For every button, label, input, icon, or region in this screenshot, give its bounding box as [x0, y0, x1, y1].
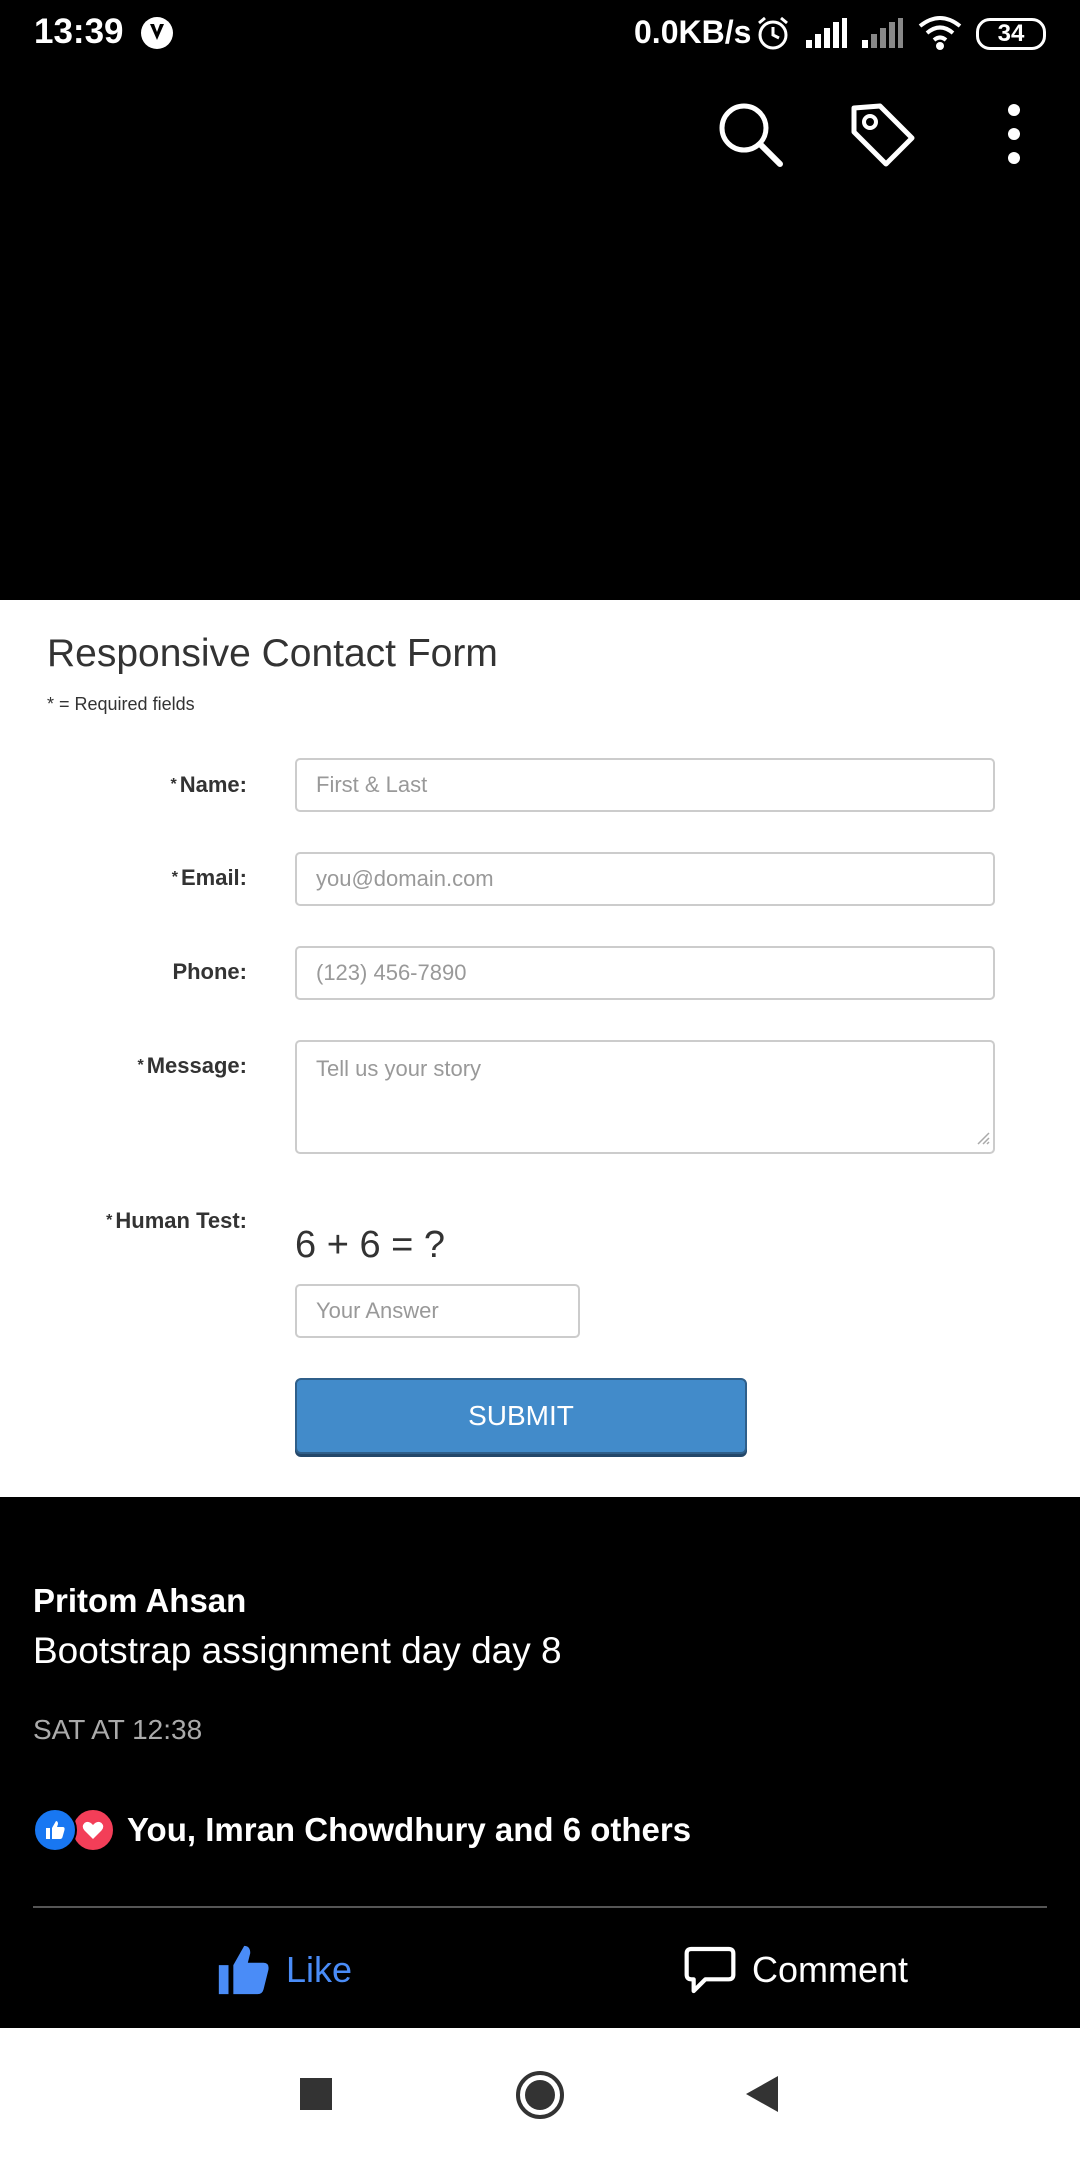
required-mark: *	[137, 1057, 144, 1074]
signal-weak-icon	[862, 18, 903, 48]
post-photo[interactable]: Responsive Contact Form * = Required fie…	[0, 600, 1080, 1497]
tag-icon[interactable]	[846, 98, 918, 170]
required-note: * = Required fields	[47, 694, 195, 714]
app-notification-icon	[141, 17, 173, 49]
status-bar: 13:39 0.0KB/s 34	[0, 0, 1080, 70]
required-mark: *	[171, 869, 178, 886]
required-mark: *	[170, 776, 177, 793]
resize-grip-icon[interactable]	[976, 1131, 990, 1145]
submit-button[interactable]: SUBMIT	[295, 1378, 747, 1454]
comment-icon	[684, 1946, 736, 1994]
message-field[interactable]	[295, 1040, 995, 1154]
comment-button[interactable]: Comment	[682, 1940, 908, 2000]
more-vertical-icon[interactable]	[978, 98, 1050, 170]
wifi-icon	[918, 16, 962, 50]
status-time: 13:39	[34, 12, 124, 51]
email-field[interactable]	[295, 852, 995, 906]
divider	[33, 1906, 1047, 1908]
reactions-text: You, Imran Chowdhury and 6 others	[127, 1811, 692, 1848]
email-label: * Email:	[171, 865, 247, 890]
network-speed: 0.0KB/s	[634, 14, 752, 50]
required-mark: *	[106, 1212, 113, 1229]
post-timestamp: SAT AT 12:38	[33, 1714, 203, 1745]
like-reaction-icon	[33, 1808, 77, 1852]
love-reaction-icon	[71, 1808, 115, 1852]
answer-field[interactable]	[295, 1284, 580, 1338]
comment-label: Comment	[752, 1949, 909, 1990]
human-test-label: * Human Test:	[106, 1208, 247, 1233]
back-icon[interactable]	[744, 2074, 780, 2114]
message-label: * Message:	[137, 1053, 247, 1078]
like-label: Like	[286, 1949, 353, 1990]
recent-apps-icon[interactable]	[300, 2078, 332, 2110]
battery-indicator: 34	[976, 18, 1046, 50]
navigation-bar	[0, 2028, 1080, 2160]
phone-label: Phone:	[172, 959, 247, 984]
thumbs-up-icon	[218, 1945, 269, 1995]
reactions-summary[interactable]: You, Imran Chowdhury and 6 others	[33, 1806, 691, 1854]
alarm-icon	[758, 16, 788, 50]
name-label: * Name:	[170, 772, 247, 797]
form-title: Responsive Contact Form	[47, 632, 498, 675]
search-icon[interactable]	[714, 98, 786, 170]
post-caption: Bootstrap assignment day day 8	[33, 1630, 562, 1671]
human-test-question: 6 + 6 = ?	[295, 1224, 446, 1266]
like-button[interactable]: Like	[214, 1940, 352, 2000]
home-icon[interactable]	[515, 2070, 565, 2120]
phone-field[interactable]	[295, 946, 995, 1000]
name-field[interactable]	[295, 758, 995, 812]
battery-level: 34	[997, 20, 1025, 47]
post-author[interactable]: Pritom Ahsan	[33, 1582, 246, 1620]
signal-icon	[806, 18, 847, 48]
